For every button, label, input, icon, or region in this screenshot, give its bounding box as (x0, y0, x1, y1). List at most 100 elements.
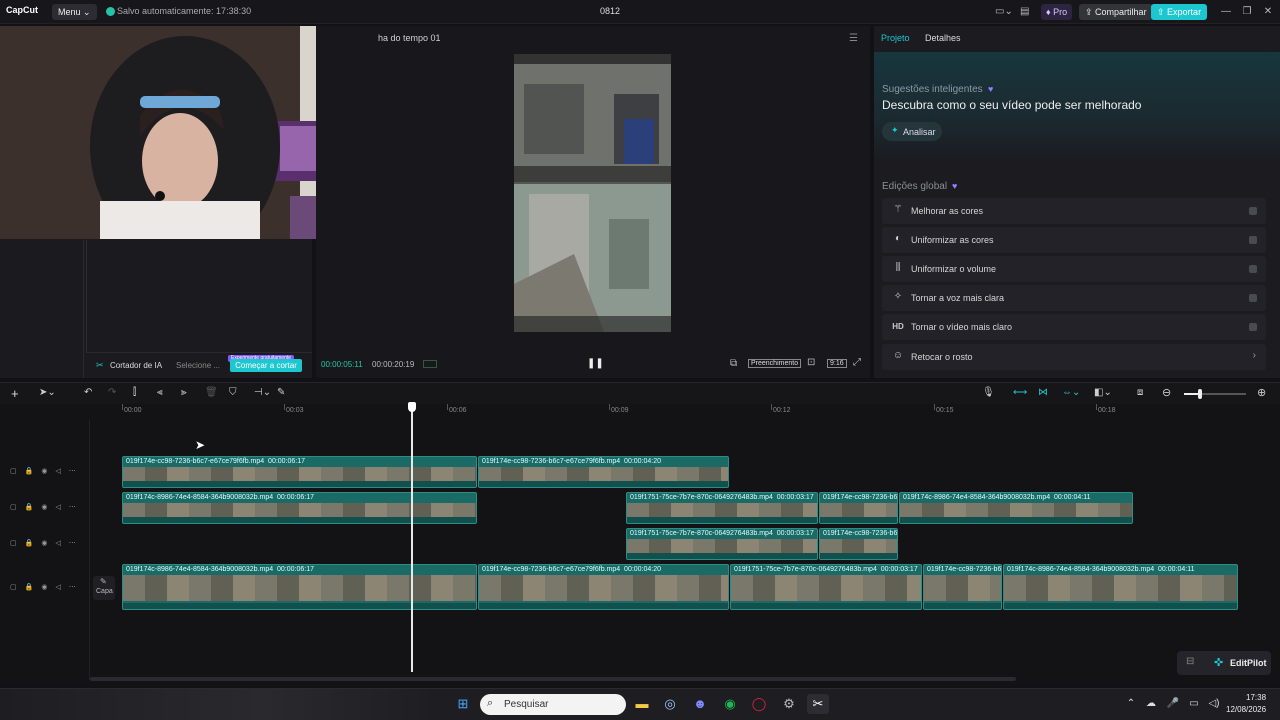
layout-icon[interactable]: ▭⌄ (995, 6, 1013, 17)
file-explorer-icon[interactable]: ▬ (631, 694, 653, 714)
timeline-clip[interactable]: 019f174e-cc98-7236-b6 (819, 528, 898, 560)
panel-icon[interactable]: ⊟ (1186, 656, 1194, 667)
track-controls[interactable]: ▢🔒◉◁⋯ (10, 583, 84, 591)
timeline-clip[interactable]: 019f174e-cc98-7236-b6 (819, 492, 898, 524)
add-track-icon[interactable]: + (11, 386, 19, 401)
fill-button[interactable]: Preenchimento (748, 359, 802, 368)
zoom-out-icon[interactable]: ⊖ (1162, 386, 1171, 399)
pause-icon[interactable]: ❚❚ (587, 358, 604, 369)
redo-icon[interactable]: ↷ (108, 387, 116, 398)
minimize-icon[interactable]: — (1218, 4, 1234, 20)
opera-icon[interactable]: ◯ (748, 694, 770, 714)
delete-icon[interactable]: 🗑 (205, 387, 218, 398)
auto-edit-icon[interactable]: ✎ (277, 387, 285, 398)
split-icon[interactable]: ⫿ (133, 387, 136, 398)
split-left-icon[interactable]: ⫷ (157, 387, 163, 398)
edit-toggle[interactable] (1249, 207, 1257, 215)
cloud-icon[interactable]: ☁ (1140, 694, 1162, 714)
face-icon: ☺ (892, 350, 904, 361)
tab-details[interactable]: Detalhes (925, 33, 961, 43)
volume-icon[interactable]: ◁) (1203, 694, 1225, 714)
playhead-handle[interactable] (408, 402, 416, 412)
clip-thumbnails (900, 503, 1132, 517)
network-icon[interactable]: ▭ (1183, 694, 1205, 714)
analyze-button[interactable]: ✦ Analisar (882, 122, 942, 141)
edit-toggle[interactable] (1249, 323, 1257, 331)
preview-video[interactable] (514, 54, 671, 332)
clip-thumbnails (820, 539, 897, 553)
ratio-button[interactable]: 9:16 (827, 359, 847, 368)
cover-button[interactable]: ✎ Capa (93, 576, 115, 600)
playhead[interactable] (411, 404, 413, 672)
timeline-clip[interactable]: 019f1751-75ce-7b7e-870c-0649276483b.mp4 … (626, 528, 818, 560)
discord-icon[interactable]: ☻ (689, 694, 711, 714)
edit-label: Melhorar as cores (911, 206, 984, 216)
preview-menu-icon[interactable]: ☰ (849, 33, 858, 44)
magnet-icon[interactable]: ⋈ (1038, 387, 1048, 398)
editpilot-button[interactable]: EditPilot (1230, 658, 1267, 668)
clock-time[interactable]: 17:38 (1246, 693, 1266, 702)
share-button[interactable]: ⇪ Compartilhar (1079, 4, 1153, 20)
timeline-clip[interactable]: 019f174c-8986-74e4-8584-364b9008032b.mp4… (122, 564, 477, 610)
mic-tray-icon[interactable]: 🎤 (1162, 694, 1184, 714)
project-name[interactable]: 0812 (600, 6, 620, 16)
timeline-clip[interactable]: 019f174e-cc98-7236-b6c7-e67ce79f6fb.mp4 … (478, 456, 729, 488)
edit-toggle[interactable] (1249, 236, 1257, 244)
export-button[interactable]: ⇧ Exportar (1151, 4, 1208, 20)
cover-label: Capa (96, 588, 113, 595)
freeze-icon[interactable]: ⊣⌄ (254, 387, 271, 398)
timeline-clip[interactable]: 019f174e-cc98-7236-b6c7-e67ce79f6fb.mp4 … (122, 456, 477, 488)
select-tool-icon[interactable]: ➤⌄ (39, 387, 56, 398)
fullscreen-icon[interactable]: ⤢ (853, 357, 861, 368)
pro-button[interactable]: ♦ Pro (1041, 4, 1073, 20)
edit-toggle[interactable] (1249, 294, 1257, 302)
clock-date[interactable]: 12/08/2026 (1226, 705, 1266, 714)
zoom-slider-handle[interactable] (1198, 389, 1202, 399)
edit-uniform-colors[interactable]: ◐ Uniformizar as cores (882, 227, 1266, 253)
edit-uniform-volume[interactable]: ⫼ Uniformizar o volume (882, 256, 1266, 282)
preview-axis-icon[interactable]: ◧⌄ (1094, 387, 1112, 398)
select-dropdown[interactable]: Selecione ... (176, 361, 220, 370)
smart-suggestions-title: Sugestões inteligentes (882, 84, 983, 95)
timeline-clip[interactable]: 019f1751-75ce-7b7e-870c-0649276483b.mp4 … (626, 492, 818, 524)
spotify-icon[interactable]: ◉ (719, 694, 741, 714)
taskbar-search[interactable] (480, 694, 626, 715)
edit-retouch-face[interactable]: ☺ Retocar o rosto › (882, 344, 1266, 370)
timeline-clip[interactable]: 019f174c-8986-74e4-8584-364b9008032b.mp4… (899, 492, 1133, 524)
split-right-icon[interactable]: ⫸ (181, 387, 187, 398)
track-controls[interactable]: ▢🔒◉◁⋯ (10, 503, 84, 511)
steam-icon[interactable]: ◎ (659, 694, 681, 714)
track-controls[interactable]: ▢🔒◉◁⋯ (10, 467, 84, 475)
undo-icon[interactable]: ↶ (84, 387, 92, 398)
edit-clear-voice[interactable]: ✧ Tornar a voz mais clara (882, 285, 1266, 311)
maximize-icon[interactable]: ❐ (1239, 4, 1255, 20)
close-icon[interactable]: ✕ (1260, 4, 1276, 20)
timeline-scrollbar[interactable] (90, 677, 1016, 681)
fit-icon[interactable]: ⧈ (1137, 387, 1143, 398)
screenshot-icon[interactable]: ⊡ (807, 357, 815, 368)
app-icon[interactable]: ⚙ (778, 694, 800, 714)
timeline-clip[interactable]: 019f174c-8986-74e4-8584-364b9008032b.mp4… (122, 492, 477, 524)
timeline-clip[interactable]: 019f174e-cc98-7236-b6 (923, 564, 1002, 610)
link-icon[interactable]: ⟷ (1013, 387, 1027, 398)
capcut-taskbar-icon[interactable]: ✂ (807, 694, 829, 714)
crop-icon[interactable]: ⧉ (730, 358, 737, 369)
edit-improve-colors[interactable]: ⚚ Melhorar as cores (882, 198, 1266, 224)
snap-icon[interactable]: ⇔⌄ (1062, 387, 1080, 398)
tray-chevron-icon[interactable]: ⌃ (1120, 694, 1142, 714)
track-controls[interactable]: ▢🔒◉◁⋯ (10, 539, 84, 547)
tab-project[interactable]: Projeto (881, 33, 910, 43)
shortcuts-icon[interactable]: ▤ (1020, 6, 1029, 17)
timeline-clip[interactable]: 019f174e-cc98-7236-b6c7-e67ce79f6fb.mp4 … (478, 564, 729, 610)
clip-thumbnails (123, 575, 476, 601)
microphone-icon[interactable]: 🎙 (982, 387, 995, 398)
windows-start-icon[interactable]: ⊞ (452, 694, 474, 714)
start-cut-button[interactable]: Começar a cortar (230, 359, 302, 372)
edit-clear-video[interactable]: HD Tornar o vídeo mais claro (882, 314, 1266, 340)
timeline-clip[interactable]: 019f1751-75ce-7b7e-870c-0649276483b.mp4 … (730, 564, 922, 610)
edit-toggle[interactable] (1249, 265, 1257, 273)
timeline-clip[interactable]: 019f174c-8986-74e4-8584-364b9008032b.mp4… (1003, 564, 1238, 610)
menu-button[interactable]: Menu ⌄ (52, 4, 97, 20)
shield-icon[interactable]: ⛉ (229, 387, 237, 398)
zoom-in-icon[interactable]: ⊕ (1257, 386, 1266, 399)
